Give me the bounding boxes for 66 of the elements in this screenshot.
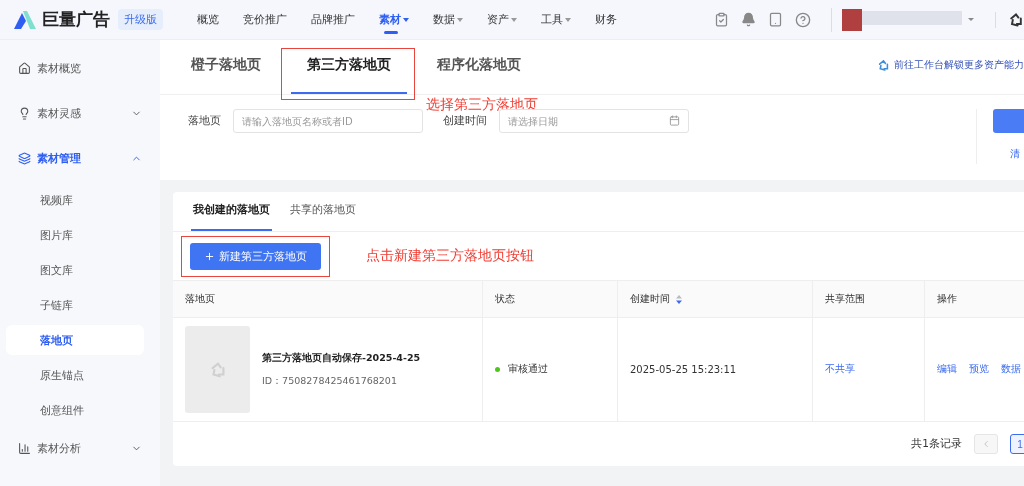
nav-item[interactable]: 概览 bbox=[185, 0, 231, 40]
logo-text: 巨量广告 bbox=[42, 8, 110, 31]
sidebar-subitem[interactable]: 落地页 bbox=[6, 325, 144, 355]
sidebar-subitem[interactable]: 图片库 bbox=[6, 220, 144, 250]
page-tab[interactable]: 橙子落地页 bbox=[175, 56, 277, 94]
column-title: 操作 bbox=[937, 292, 957, 306]
nav-item[interactable]: 财务 bbox=[583, 0, 629, 40]
active-indicator bbox=[384, 30, 398, 34]
action-link[interactable]: 编辑 bbox=[937, 363, 957, 376]
sidebar-item[interactable]: 素材灵感 bbox=[0, 95, 160, 131]
plus-icon bbox=[204, 250, 215, 262]
help-icon[interactable] bbox=[795, 11, 811, 28]
list-tab[interactable]: 共享的落地页 bbox=[288, 202, 358, 231]
created-time: 2025-05-25 15:23:11 bbox=[630, 364, 737, 375]
annotation-text: 点击新建第三方落地页按钮 bbox=[366, 247, 534, 265]
version-badge: 升级版 bbox=[118, 9, 163, 30]
lightbulb-icon bbox=[18, 106, 31, 120]
promo-link[interactable]: 前往工作台解锁更多资产能力 bbox=[877, 58, 1024, 72]
sidebar-item[interactable]: 素材分析 bbox=[0, 430, 160, 466]
nav-item[interactable]: 数据 bbox=[421, 0, 475, 40]
action-link[interactable]: 数据 bbox=[1001, 363, 1021, 376]
column-title: 状态 bbox=[495, 292, 515, 306]
nav-item[interactable]: 资产 bbox=[475, 0, 529, 40]
sidebar-item[interactable]: 素材管理 bbox=[0, 140, 160, 176]
page-id: ID：7508278425461768201 bbox=[262, 374, 398, 388]
avatar[interactable] bbox=[842, 8, 977, 31]
nav-item[interactable]: 素材 bbox=[367, 0, 421, 40]
layers-icon bbox=[18, 151, 31, 165]
column-title: 共享范围 bbox=[825, 292, 865, 306]
logo-icon bbox=[14, 10, 36, 29]
tablet-icon[interactable] bbox=[768, 12, 783, 27]
filter-label: 创建时间 bbox=[443, 113, 487, 129]
new-landing-page-button[interactable]: 新建第三方落地页 bbox=[190, 242, 321, 270]
page-tab[interactable]: 程序化落地页 bbox=[421, 56, 537, 94]
home-icon bbox=[18, 61, 31, 75]
page-tab[interactable]: 第三方落地页 bbox=[291, 56, 407, 94]
sort-icon[interactable] bbox=[676, 294, 682, 304]
chevron-left-icon bbox=[981, 439, 991, 449]
workbench-icon bbox=[877, 58, 890, 72]
chart-icon bbox=[18, 441, 31, 455]
list-tab[interactable]: 我创建的落地页 bbox=[191, 202, 272, 231]
date-field[interactable]: 请选择日期 bbox=[499, 109, 689, 133]
page-name: 第三方落地页自动保存-2025-4-25 bbox=[262, 351, 421, 365]
sidebar-subitem[interactable]: 视频库 bbox=[6, 185, 144, 215]
sidebar-item[interactable]: 素材概览 bbox=[0, 50, 160, 86]
record-count: 共1条记录 bbox=[911, 437, 962, 451]
share-link[interactable]: 不共享 bbox=[825, 363, 855, 376]
sidebar-subitem[interactable]: 图文库 bbox=[6, 255, 144, 285]
clear-link[interactable]: 清 bbox=[1010, 147, 1024, 161]
nav-item[interactable]: 品牌推广 bbox=[299, 0, 367, 40]
settings-icon bbox=[1008, 11, 1024, 28]
page-button[interactable]: 1 bbox=[1010, 434, 1024, 454]
search-field[interactable]: 请输入落地页名称或者ID bbox=[233, 109, 423, 133]
filter-label: 落地页 bbox=[188, 113, 221, 129]
nav-item[interactable]: 工具 bbox=[529, 0, 583, 40]
bell-icon[interactable] bbox=[741, 12, 756, 27]
action-link[interactable]: 预览 bbox=[969, 363, 989, 376]
column-title: 创建时间 bbox=[630, 292, 670, 306]
nav-item[interactable]: 竞价推广 bbox=[231, 0, 299, 40]
sidebar-subitem[interactable]: 原生锚点 bbox=[6, 360, 144, 390]
sidebar-subitem[interactable]: 创意组件 bbox=[6, 395, 144, 425]
column-title: 落地页 bbox=[185, 292, 215, 306]
calendar-icon bbox=[669, 115, 680, 126]
sidebar-subitem[interactable]: 子链库 bbox=[6, 290, 144, 320]
status-text: 审核通过 bbox=[508, 363, 548, 376]
clipboard-icon[interactable] bbox=[714, 12, 729, 27]
